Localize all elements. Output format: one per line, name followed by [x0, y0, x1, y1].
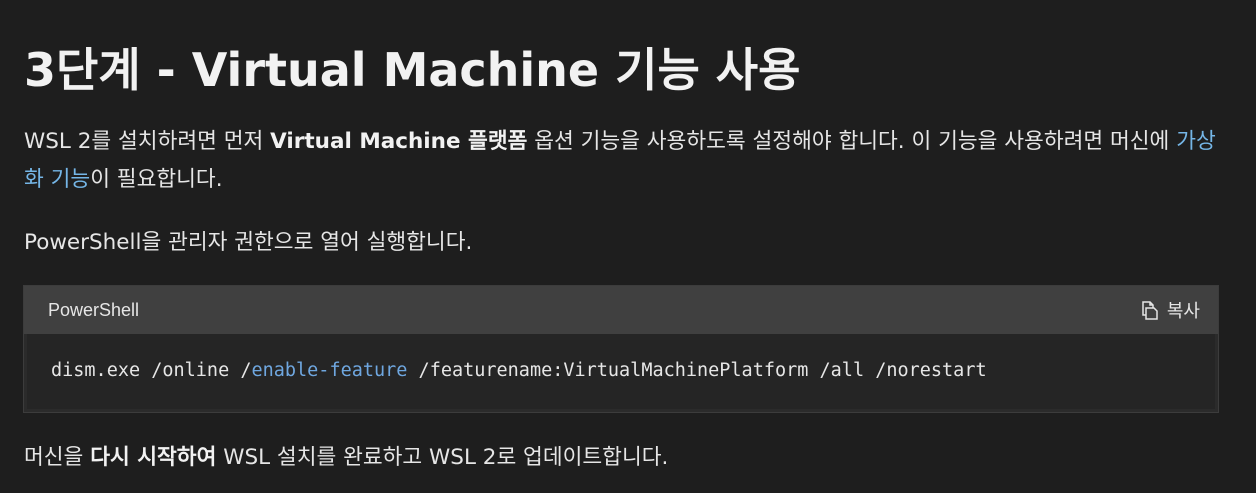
copy-label: 복사	[1166, 301, 1200, 322]
intro-text-2: 옵션 기능을 사용하도록 설정해야 합니다. 이 기능을 사용하려면 머신에	[527, 129, 1177, 154]
restart-text-2: WSL 설치를 완료하고 WSL 2로 업데이트합니다.	[216, 445, 669, 470]
intro-paragraph: WSL 2를 설치하려면 먼저 Virtual Machine 플랫폼 옵션 기…	[24, 123, 1224, 199]
code-block-body: dism.exe /online /enable-feature /featur…	[24, 334, 1218, 412]
intro-text-1: WSL 2를 설치하려면 먼저	[24, 129, 271, 154]
page-heading: 3단계 - Virtual Machine 기능 사용	[24, 43, 801, 97]
instruction-paragraph: PowerShell을 관리자 권한으로 열어 실행합니다.	[24, 230, 473, 255]
intro-bold-feature: Virtual Machine 플랫폼	[270, 129, 528, 154]
restart-text-1: 머신을	[24, 445, 91, 470]
copy-button[interactable]: 복사	[1139, 297, 1200, 323]
code-block-header: PowerShell 복사	[24, 286, 1218, 334]
code-command-part2: /featurename:VirtualMachinePlatform /all…	[407, 360, 987, 381]
code-language-label: PowerShell	[48, 300, 140, 320]
code-block: PowerShell 복사 dism.exe /online /enable-f…	[23, 285, 1219, 413]
intro-text-3: 이 필요합니다.	[90, 167, 223, 192]
code-command-part1: dism.exe /online /	[51, 360, 252, 381]
code-command: dism.exe /online /enable-feature /featur…	[51, 360, 987, 381]
restart-bold: 다시 시작하여	[90, 445, 217, 470]
code-command-keyword: enable-feature	[251, 360, 408, 381]
restart-paragraph: 머신을 다시 시작하여 WSL 설치를 완료하고 WSL 2로 업데이트합니다.	[24, 440, 668, 476]
copy-icon	[1139, 300, 1159, 320]
